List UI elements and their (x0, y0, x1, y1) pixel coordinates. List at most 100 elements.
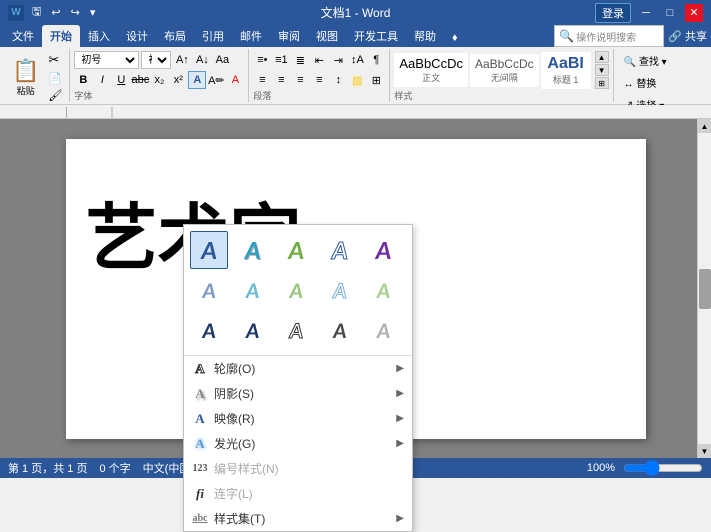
styles-expand[interactable]: ⊞ (595, 77, 609, 89)
close-button[interactable]: ✕ (685, 4, 703, 22)
numstyle-label: 编号样式(N) (214, 460, 279, 477)
tab-home[interactable]: 开始 (42, 25, 80, 47)
search-icon: 🔍 (559, 29, 574, 43)
format-painter-button[interactable]: 🖌 (47, 88, 63, 103)
font-row1: 初号 初号 A↑ A↓ Aa (74, 51, 244, 69)
border-btn[interactable]: ⊞ (367, 71, 385, 89)
font-size-select[interactable]: 初号 (141, 51, 171, 69)
italic-button[interactable]: I (93, 71, 111, 89)
increase-indent-btn[interactable]: ⇥ (329, 51, 347, 69)
quick-save-btn[interactable]: 🖫 (30, 2, 43, 23)
text-highlight-button[interactable]: A✏ (207, 71, 225, 89)
font-name-select[interactable]: 初号 (74, 51, 139, 69)
line-spacing-btn[interactable]: ↕ (329, 71, 347, 89)
bullets-button[interactable]: ≡• (253, 51, 271, 69)
bold-button[interactable]: B (74, 71, 92, 89)
find-button[interactable]: 🔍 查找 ▾ (620, 51, 671, 70)
superscript-button[interactable]: x² (169, 71, 187, 89)
font-increase-btn[interactable]: A↑ (173, 51, 191, 69)
wordart-style-9[interactable]: A (321, 271, 359, 309)
wordart-style-15[interactable]: A (364, 311, 402, 349)
share-button[interactable]: 🔗 共享 (668, 28, 707, 44)
wordart-style-14[interactable]: A (321, 311, 359, 349)
wordart-style-11[interactable]: A (190, 311, 228, 349)
search-box[interactable]: 🔍 操作说明搜索 (554, 25, 664, 47)
wordart-style-7[interactable]: A (234, 271, 272, 309)
reflect-label: 映像(R) (214, 410, 255, 427)
tab-layout[interactable]: 布局 (156, 25, 194, 47)
align-left-btn[interactable]: ≡ (253, 71, 271, 89)
scroll-down-btn[interactable]: ▼ (698, 444, 711, 458)
align-center-btn[interactable]: ≡ (272, 71, 290, 89)
scroll-up-btn[interactable]: ▲ (698, 119, 711, 133)
shadow-label: 阴影(S) (214, 385, 254, 402)
replace-button[interactable]: ↔ 替换 (620, 73, 671, 92)
tab-references[interactable]: 引用 (194, 25, 232, 47)
wordart-style-4[interactable]: A (321, 231, 359, 269)
tab-insert[interactable]: 插入 (80, 25, 118, 47)
menu-outline[interactable]: A 轮廓(O) ▶ (184, 356, 412, 381)
tab-developer[interactable]: 开发工具 (346, 25, 406, 47)
style-none-preview: AaBbCcDc (475, 57, 534, 71)
shading-btn[interactable]: ▧ (348, 71, 366, 89)
tab-view[interactable]: 视图 (308, 25, 346, 47)
sort-button[interactable]: ↕A (348, 51, 366, 69)
styles-scroll-down[interactable]: ▼ (595, 64, 609, 76)
copy-button[interactable]: 📄 (47, 71, 63, 86)
menu-glow[interactable]: A 发光(G) ▶ (184, 431, 412, 456)
paste-button[interactable]: 📋 粘贴 (6, 56, 45, 99)
align-right-btn[interactable]: ≡ (291, 71, 309, 89)
tab-help[interactable]: 帮助 (406, 25, 444, 47)
menu-shadow[interactable]: A 阴影(S) ▶ (184, 381, 412, 406)
style-none[interactable]: AaBbCcDc 无间隔 (470, 54, 539, 87)
editing-group: 🔍 查找 ▾ ↔ 替换 ↗ 选择 ▾ 编辑 (614, 49, 677, 102)
subscript-button[interactable]: x₂ (150, 71, 168, 89)
tab-review[interactable]: 审阅 (270, 25, 308, 47)
menu-reflect[interactable]: A 映像(R) ▶ (184, 406, 412, 431)
change-case-btn[interactable]: Aa (213, 51, 231, 69)
justify-btn[interactable]: ≡ (310, 71, 328, 89)
show-marks-btn[interactable]: ¶ (367, 51, 385, 69)
cut-button[interactable]: ✂ (47, 51, 63, 69)
wordart-style-10[interactable]: A (364, 271, 402, 309)
wordart-style-6[interactable]: A (190, 271, 228, 309)
quick-redo-btn[interactable]: ↪ (69, 5, 82, 20)
minimize-button[interactable]: ─ (637, 4, 655, 22)
scroll-thumb[interactable] (699, 269, 711, 309)
strikethrough-button[interactable]: abc (131, 71, 149, 89)
wordart-style-1[interactable]: A (190, 231, 228, 269)
font-decrease-btn[interactable]: A↓ (193, 51, 211, 69)
menu-styleset[interactable]: abc 样式集(T) ▶ (184, 506, 412, 531)
tab-file[interactable]: 文件 (4, 25, 42, 47)
scrollbar-vertical[interactable]: ▲ ▼ (697, 119, 711, 458)
paste-icon: 📋 (12, 58, 39, 84)
multilevel-button[interactable]: ≣ (291, 51, 309, 69)
tab-diamond[interactable]: ♦ (444, 29, 466, 47)
style-heading1[interactable]: AaBI 标题 1 (541, 52, 591, 89)
quick-undo-btn[interactable]: ↩ (49, 5, 62, 20)
tab-mail[interactable]: 邮件 (232, 25, 270, 47)
text-effect-button[interactable]: A (188, 71, 206, 89)
wordart-style-13[interactable]: A (277, 311, 315, 349)
numbering-button[interactable]: ≡1 (272, 51, 290, 69)
quick-dropdown-btn[interactable]: ▾ (88, 5, 98, 20)
wordart-style-2[interactable]: A (234, 231, 272, 269)
maximize-button[interactable]: □ (661, 4, 679, 22)
wordart-style-3[interactable]: A (277, 231, 315, 269)
zoom-slider[interactable] (623, 460, 703, 476)
wordart-style-8[interactable]: A (277, 271, 315, 309)
underline-button[interactable]: U (112, 71, 130, 89)
paragraph-label: 段落 (253, 89, 385, 102)
style-normal[interactable]: AaBbCcDc 正文 (394, 53, 468, 87)
styles-scroll-up[interactable]: ▲ (595, 51, 609, 63)
ligature-icon: fi (192, 486, 208, 502)
reflect-arrow: ▶ (396, 413, 404, 424)
wordart-style-5[interactable]: A (364, 231, 402, 269)
tab-design[interactable]: 设计 (118, 25, 156, 47)
menu-ligature[interactable]: fi 连字(L) (184, 481, 412, 506)
decrease-indent-btn[interactable]: ⇤ (310, 51, 328, 69)
wordart-style-12[interactable]: A (234, 311, 272, 349)
font-color-button[interactable]: A (226, 71, 244, 89)
menu-numstyle[interactable]: 123 编号样式(N) (184, 456, 412, 481)
login-button[interactable]: 登录 (595, 3, 631, 23)
